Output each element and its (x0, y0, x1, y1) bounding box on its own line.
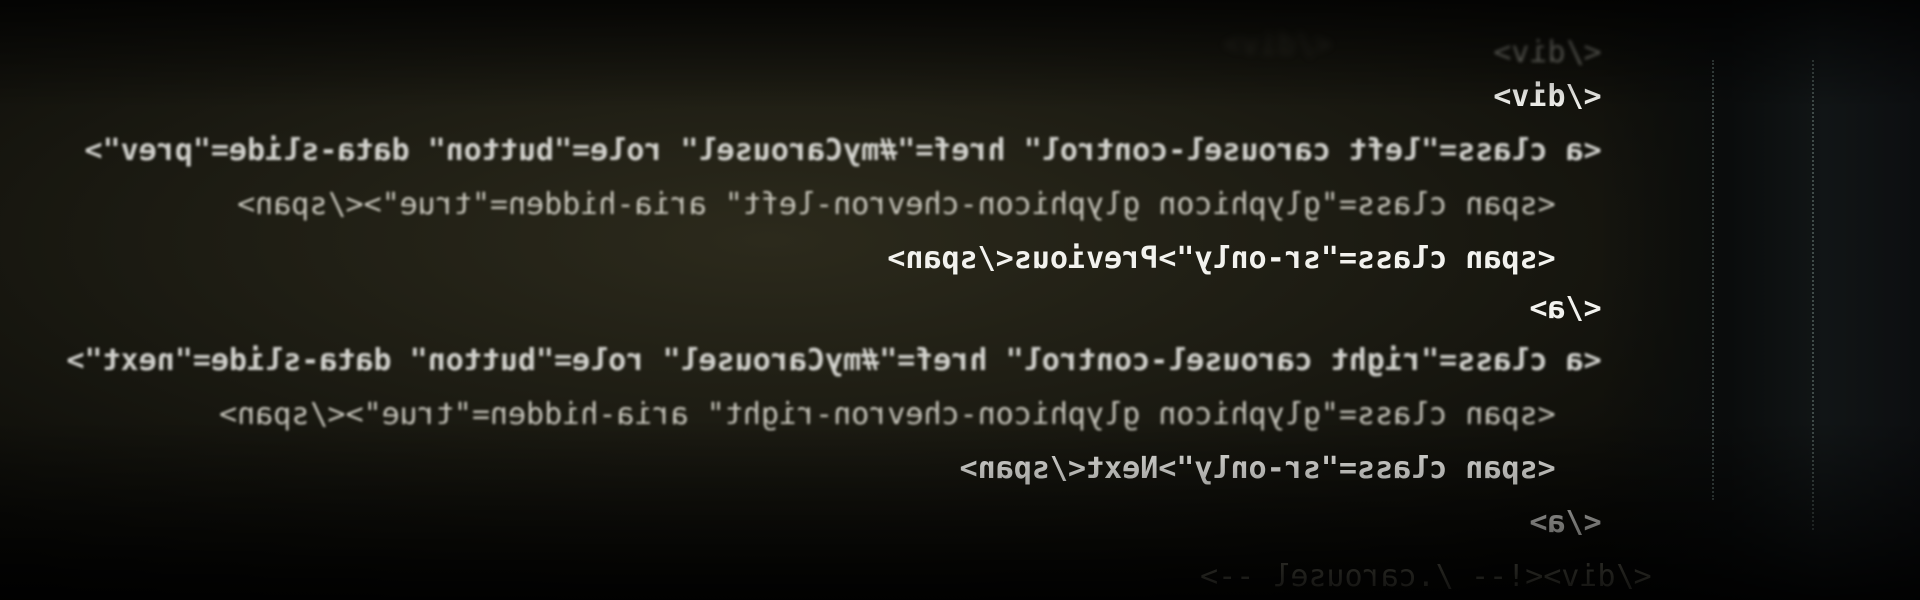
code-photo: </div> </div> </div> <a class="left caro… (0, 0, 1920, 600)
code-text: </div><!-- /.carousel --> (1200, 559, 1652, 594)
code-text: </div> (1223, 27, 1332, 62)
code-line: </div><!-- /.carousel --> (1200, 526, 1760, 600)
mirrored-code-block: </div> </div> </div> <a class="left caro… (0, 0, 1920, 600)
code-text: <span class="sr-only">Previous</span> (887, 241, 1556, 276)
code-line: </div> (1223, 0, 1440, 96)
code-text: <span class="sr-only">Next</span> (959, 451, 1556, 486)
